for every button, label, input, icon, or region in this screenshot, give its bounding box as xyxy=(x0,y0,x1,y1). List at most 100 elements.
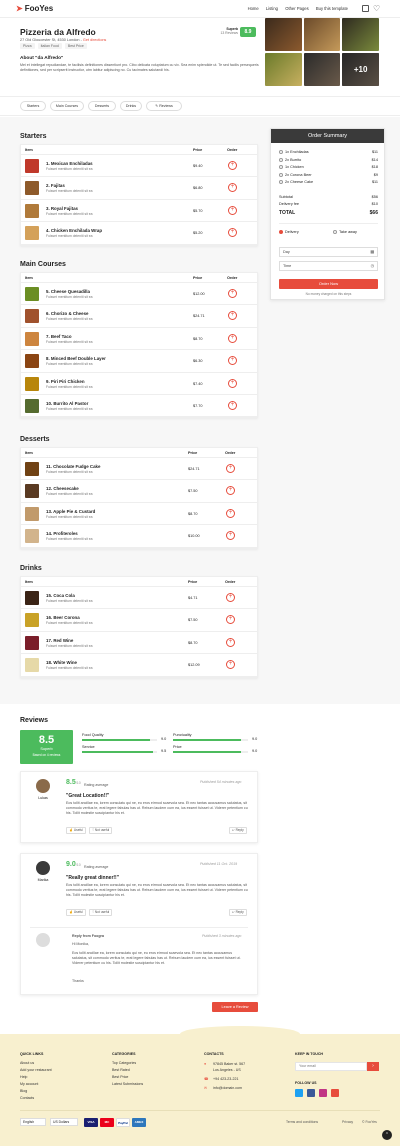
remove-item-icon[interactable] xyxy=(279,157,283,162)
remove-item-icon[interactable] xyxy=(279,150,283,154)
reply-button[interactable]: ↩ Reply xyxy=(229,909,247,916)
tab-main-courses[interactable]: Main Courses xyxy=(50,101,84,111)
menu-item-row[interactable]: 11. Chocolate Fudge Cake Fuisset mentitum… xyxy=(21,458,257,481)
menu-item-row[interactable]: 4. Chicken Enchilada Wrap Fuisset mentitu… xyxy=(21,222,257,245)
menu-item-row[interactable]: 8. Minced Beef Double Layer Fuisset menti… xyxy=(21,350,257,373)
add-to-order-icon[interactable]: + xyxy=(228,161,237,170)
useful-button[interactable]: ☝ Useful xyxy=(66,909,86,916)
add-to-order-icon[interactable]: + xyxy=(226,508,235,518)
back-to-top-button[interactable]: ⌃ xyxy=(382,1130,392,1140)
takeaway-option[interactable]: Take away xyxy=(333,230,378,234)
menu-item-row[interactable]: 15. Coca Cola Fuisset mentitum deleniti s… xyxy=(21,587,257,610)
language-select[interactable]: English xyxy=(20,1118,46,1126)
order-line[interactable]: 1x Enchiladas $11 xyxy=(279,150,378,154)
add-to-order-icon[interactable]: + xyxy=(226,593,235,602)
menu-item-row[interactable]: 2. Fajitas Fuisset mentitum deleniti sit … xyxy=(21,177,257,200)
menu-item-row[interactable]: 18. White Wine Fuisset mentitum deleniti … xyxy=(21,654,257,677)
add-to-order-icon[interactable]: + xyxy=(226,660,235,670)
add-to-order-icon[interactable]: + xyxy=(226,464,235,473)
footer-category-link[interactable]: Latest Submissions xyxy=(112,1082,143,1086)
menu-item-row[interactable]: 9. Piri Piri Chicken Fuisset mentitum del… xyxy=(21,373,257,395)
order-line[interactable]: 1x Chicken $18 xyxy=(279,165,378,170)
footer-category-link[interactable]: Best Price xyxy=(112,1075,128,1079)
footer-category-link[interactable]: Best Rated xyxy=(112,1068,130,1072)
footer-link[interactable]: Blog xyxy=(20,1089,27,1093)
instagram-icon[interactable] xyxy=(319,1089,327,1097)
menu-item-row[interactable]: 12. Cheesecake Fuisset mentitum deleniti … xyxy=(21,480,257,503)
terms-link[interactable]: Terms and conditions xyxy=(286,1120,318,1124)
footer-link[interactable]: Contacts xyxy=(20,1096,34,1100)
order-line[interactable]: 2x Burrito $14 xyxy=(279,157,378,162)
remove-item-icon[interactable] xyxy=(279,172,283,177)
remove-item-icon[interactable] xyxy=(279,165,283,170)
gallery-photo[interactable] xyxy=(265,53,302,86)
not-useful-button[interactable]: ☟ Not useful xyxy=(89,827,113,834)
youtube-icon[interactable] xyxy=(331,1089,339,1097)
facebook-icon[interactable] xyxy=(307,1089,315,1097)
nav-listing[interactable]: Listing xyxy=(266,6,278,11)
add-to-order-icon[interactable]: + xyxy=(228,228,237,238)
tab-drinks[interactable]: Drinks xyxy=(120,101,142,111)
nav-home[interactable]: Home xyxy=(248,6,259,11)
menu-item-row[interactable]: 17. Red Wine Fuisset mentitum deleniti si… xyxy=(21,632,257,655)
gallery-photo[interactable] xyxy=(265,18,302,51)
nav-buy-template[interactable]: Buy this template xyxy=(316,6,348,11)
add-to-order-icon[interactable]: + xyxy=(228,311,237,321)
contact-phone[interactable]: +94 423-23-221 xyxy=(213,1077,238,1081)
menu-item-row[interactable]: 6. Chorizo & Cheese Fuisset mentitum dele… xyxy=(21,305,257,328)
menu-item-row[interactable]: 1. Mexican Enchiladas Fuisset mentitum de… xyxy=(21,155,257,178)
reply-button[interactable]: ↩ Reply xyxy=(229,827,247,834)
menu-item-row[interactable]: 13. Apple Pie & Custard Fuisset mentitum … xyxy=(21,503,257,526)
radio-icon[interactable] xyxy=(333,230,337,234)
add-to-order-icon[interactable]: + xyxy=(226,615,235,625)
add-to-order-icon[interactable]: + xyxy=(226,531,235,541)
leave-review-button[interactable]: Leave a Review xyxy=(212,1002,258,1012)
useful-button[interactable]: ☝ Useful xyxy=(66,827,86,834)
order-line[interactable]: 2x Cheese Cake $11 xyxy=(279,180,378,185)
wishlist-icon[interactable]: ♡ xyxy=(373,4,380,13)
menu-item-row[interactable]: 14. Profiteroles Fuisset mentitum delenit… xyxy=(21,525,257,548)
day-select[interactable]: Day ▦ xyxy=(279,247,378,257)
menu-item-row[interactable]: 16. Beer Corona Fuisset mentitum deleniti… xyxy=(21,609,257,632)
newsletter-email-input[interactable]: Your email xyxy=(295,1062,367,1071)
login-icon[interactable] xyxy=(362,5,369,12)
remove-item-icon[interactable] xyxy=(279,180,283,185)
add-to-order-icon[interactable]: + xyxy=(228,289,237,298)
add-to-order-icon[interactable]: + xyxy=(228,205,237,215)
not-useful-button[interactable]: ☟ Not useful xyxy=(89,909,113,916)
add-to-order-icon[interactable]: + xyxy=(226,637,235,647)
time-select[interactable]: Time ◷ xyxy=(279,261,378,271)
tab-starters[interactable]: Starters xyxy=(20,101,46,111)
logo[interactable]: ➤ FooYes xyxy=(16,4,53,13)
footer-link[interactable]: My account xyxy=(20,1082,38,1086)
gallery-photo[interactable] xyxy=(303,18,341,51)
menu-item-row[interactable]: 5. Cheese Quesadilla Fuisset mentitum del… xyxy=(21,283,257,306)
add-to-order-icon[interactable]: + xyxy=(228,183,237,193)
contact-email[interactable]: info@domain.com xyxy=(213,1086,242,1090)
add-to-order-icon[interactable]: + xyxy=(228,400,237,410)
radio-icon[interactable] xyxy=(279,230,283,234)
order-now-button[interactable]: Order Now xyxy=(279,279,378,289)
privacy-link[interactable]: Privacy xyxy=(342,1120,353,1124)
footer-link[interactable]: Add your restaurant xyxy=(20,1068,52,1072)
footer-link[interactable]: About us xyxy=(20,1061,34,1065)
newsletter-submit-button[interactable]: › xyxy=(367,1062,379,1071)
photo-gallery[interactable]: +10 xyxy=(265,18,379,86)
menu-item-row[interactable]: 7. Beef Taco Fuisset mentitum deleniti si… xyxy=(21,328,257,351)
add-to-order-icon[interactable]: + xyxy=(228,378,237,388)
order-line[interactable]: 2x Corona Beer $9 xyxy=(279,172,378,177)
footer-link[interactable]: Help xyxy=(20,1075,27,1079)
add-to-order-icon[interactable]: + xyxy=(228,356,237,366)
footer-category-link[interactable]: Top Categories xyxy=(112,1061,136,1065)
get-directions-link[interactable]: Get directions xyxy=(83,38,106,42)
twitter-icon[interactable] xyxy=(295,1089,303,1097)
gallery-photo[interactable] xyxy=(303,53,341,86)
add-to-order-icon[interactable]: + xyxy=(226,486,235,496)
menu-item-row[interactable]: 3. Royal Fajitas Fuisset mentitum delenit… xyxy=(21,200,257,223)
currency-select[interactable]: US Dollars xyxy=(50,1118,78,1126)
menu-item-row[interactable]: 10. Burrito Al Pastor Fuisset mentitum de… xyxy=(21,395,257,418)
gallery-photo[interactable] xyxy=(342,18,379,51)
tab-reviews[interactable]: ✎ Reviews xyxy=(146,101,182,111)
add-to-order-icon[interactable]: + xyxy=(228,333,237,343)
nav-other-pages[interactable]: Other Pages xyxy=(285,6,309,11)
